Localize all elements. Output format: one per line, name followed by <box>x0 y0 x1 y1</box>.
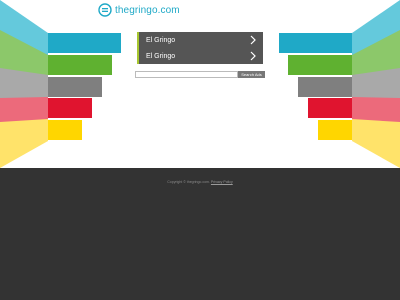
logo-icon <box>98 3 112 17</box>
left-decorative-fan <box>0 0 121 168</box>
related-link-label: El Gringo <box>146 52 176 60</box>
fan-bar-gray <box>48 77 102 97</box>
fan-ray <box>352 119 400 168</box>
fan-bar-teal <box>279 33 352 53</box>
chevron-right-icon <box>250 51 256 61</box>
fan-bar-green <box>48 55 112 75</box>
search-button[interactable]: Search Ads <box>238 71 265 78</box>
search-input[interactable] <box>135 71 238 78</box>
related-link[interactable]: El Gringo <box>137 32 263 48</box>
chevron-right-icon <box>250 35 256 45</box>
fan-ray <box>0 119 48 168</box>
right-decorative-fan <box>279 0 400 168</box>
page-header-area: thegringo.com El Gringo El Gringo Search… <box>0 0 400 168</box>
privacy-policy-link[interactable]: Privacy Policy <box>211 180 233 184</box>
fan-bar-teal <box>48 33 121 53</box>
fan-bar-red <box>48 98 92 118</box>
site-logo[interactable]: thegringo.com <box>98 3 180 17</box>
fan-bar-yellow <box>48 120 82 140</box>
related-link[interactable]: El Gringo <box>137 48 263 64</box>
site-domain: thegringo.com <box>115 4 180 16</box>
footer-copyright: Copyright © thegringo.com. Privacy Polic… <box>0 180 400 184</box>
search-form: Search Ads <box>135 71 265 78</box>
fan-bar-green <box>288 55 352 75</box>
fan-bar-yellow <box>318 120 352 140</box>
fan-bar-gray <box>298 77 352 97</box>
related-link-label: El Gringo <box>146 36 176 44</box>
copyright-text: Copyright © thegringo.com. <box>167 180 210 184</box>
footer <box>0 168 400 300</box>
fan-bar-red <box>308 98 352 118</box>
